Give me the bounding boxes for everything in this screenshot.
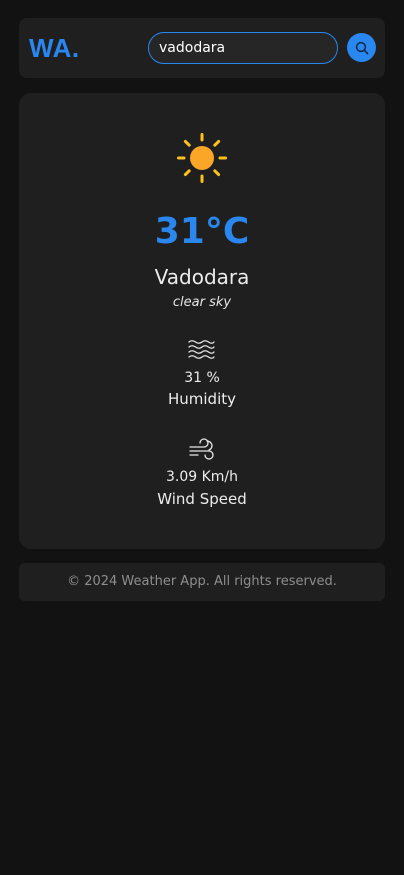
wind-icon [189,438,214,460]
app-logo: WA. [29,33,80,63]
humidity-value: 31 % [184,370,220,386]
weather-card: 31°C Vadodara clear sky 31 % Humidity 3.… [19,93,385,549]
city-name: Vadodara [154,265,250,289]
search-button[interactable] [347,33,376,62]
app-header: WA. [19,18,385,78]
humidity-label: Humidity [167,390,236,408]
temperature-value: 31°C [154,211,250,252]
city-search-input[interactable] [148,32,338,64]
waves-icon [188,340,215,359]
wind-speed-value: 3.09 Km/h [165,469,239,485]
footer-copyright: © 2024 Weather App. All rights reserved. [19,563,385,601]
sun-icon [177,133,227,183]
wind-speed-label: Wind Speed [157,490,247,508]
weather-description: clear sky [172,295,232,310]
search-icon [355,41,368,54]
